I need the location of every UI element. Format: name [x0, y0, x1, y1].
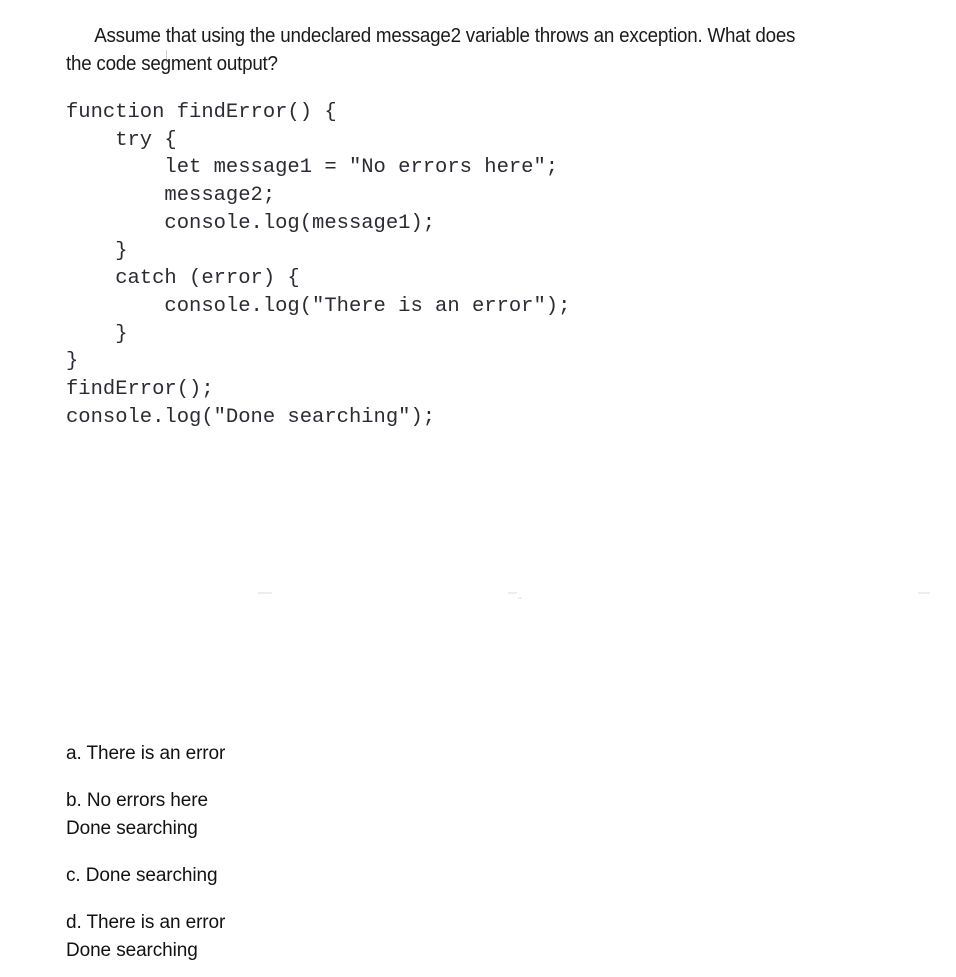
answer-option-a-line-1: a. There is an error [66, 743, 226, 764]
scan-artifact [518, 597, 522, 599]
answer-option-d-line-2: Done searching [66, 940, 198, 961]
scan-artifact [918, 592, 930, 594]
answer-option-d[interactable]: d. There is an error Done searching [66, 909, 566, 965]
answer-option-c-line-1: c. Done searching [66, 865, 218, 886]
answer-options: a. There is an error b. No errors here D… [66, 740, 566, 965]
code-segment: function findError() { try { let message… [66, 101, 571, 429]
question-block: Assume that using the undeclared message… [66, 22, 866, 78]
scan-artifact [508, 592, 517, 594]
question-prompt: Assume that using the undeclared message… [66, 25, 796, 75]
answer-option-b[interactable]: b. No errors here Done searching [66, 787, 566, 843]
answer-option-b-line-1: b. No errors here [66, 790, 208, 811]
answer-option-a[interactable]: a. There is an error [66, 740, 566, 768]
answer-option-d-line-1: d. There is an error [66, 912, 226, 933]
answer-option-c[interactable]: c. Done searching [66, 862, 566, 890]
scan-artifact [258, 592, 272, 594]
answer-option-b-line-2: Done searching [66, 818, 198, 839]
